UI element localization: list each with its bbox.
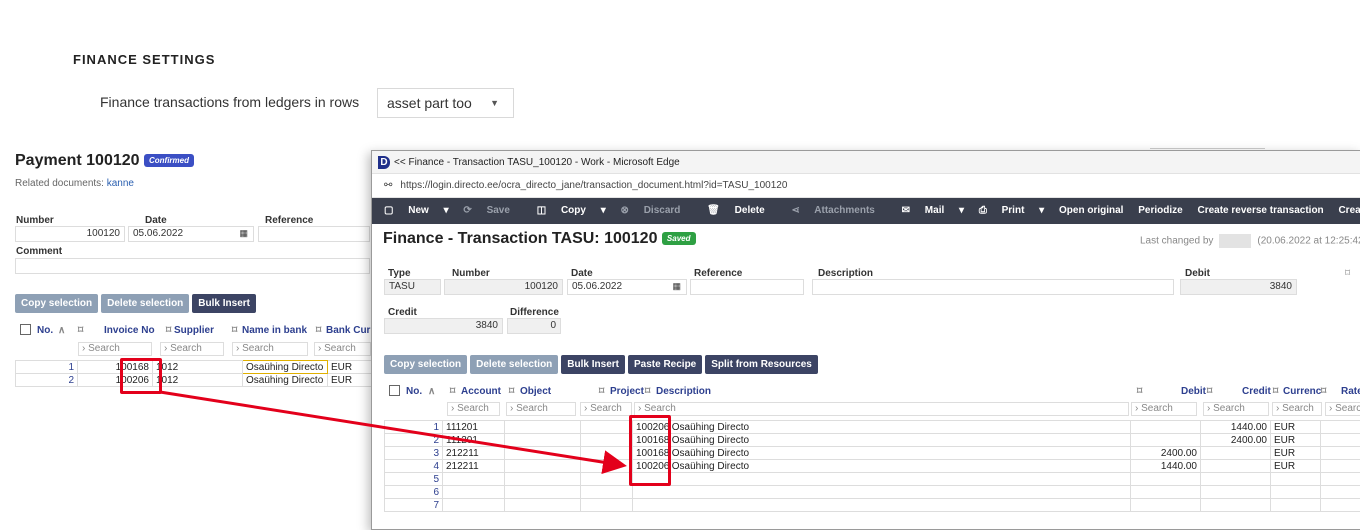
annotation-arrow [0,0,1360,526]
arrow-line [160,392,621,465]
